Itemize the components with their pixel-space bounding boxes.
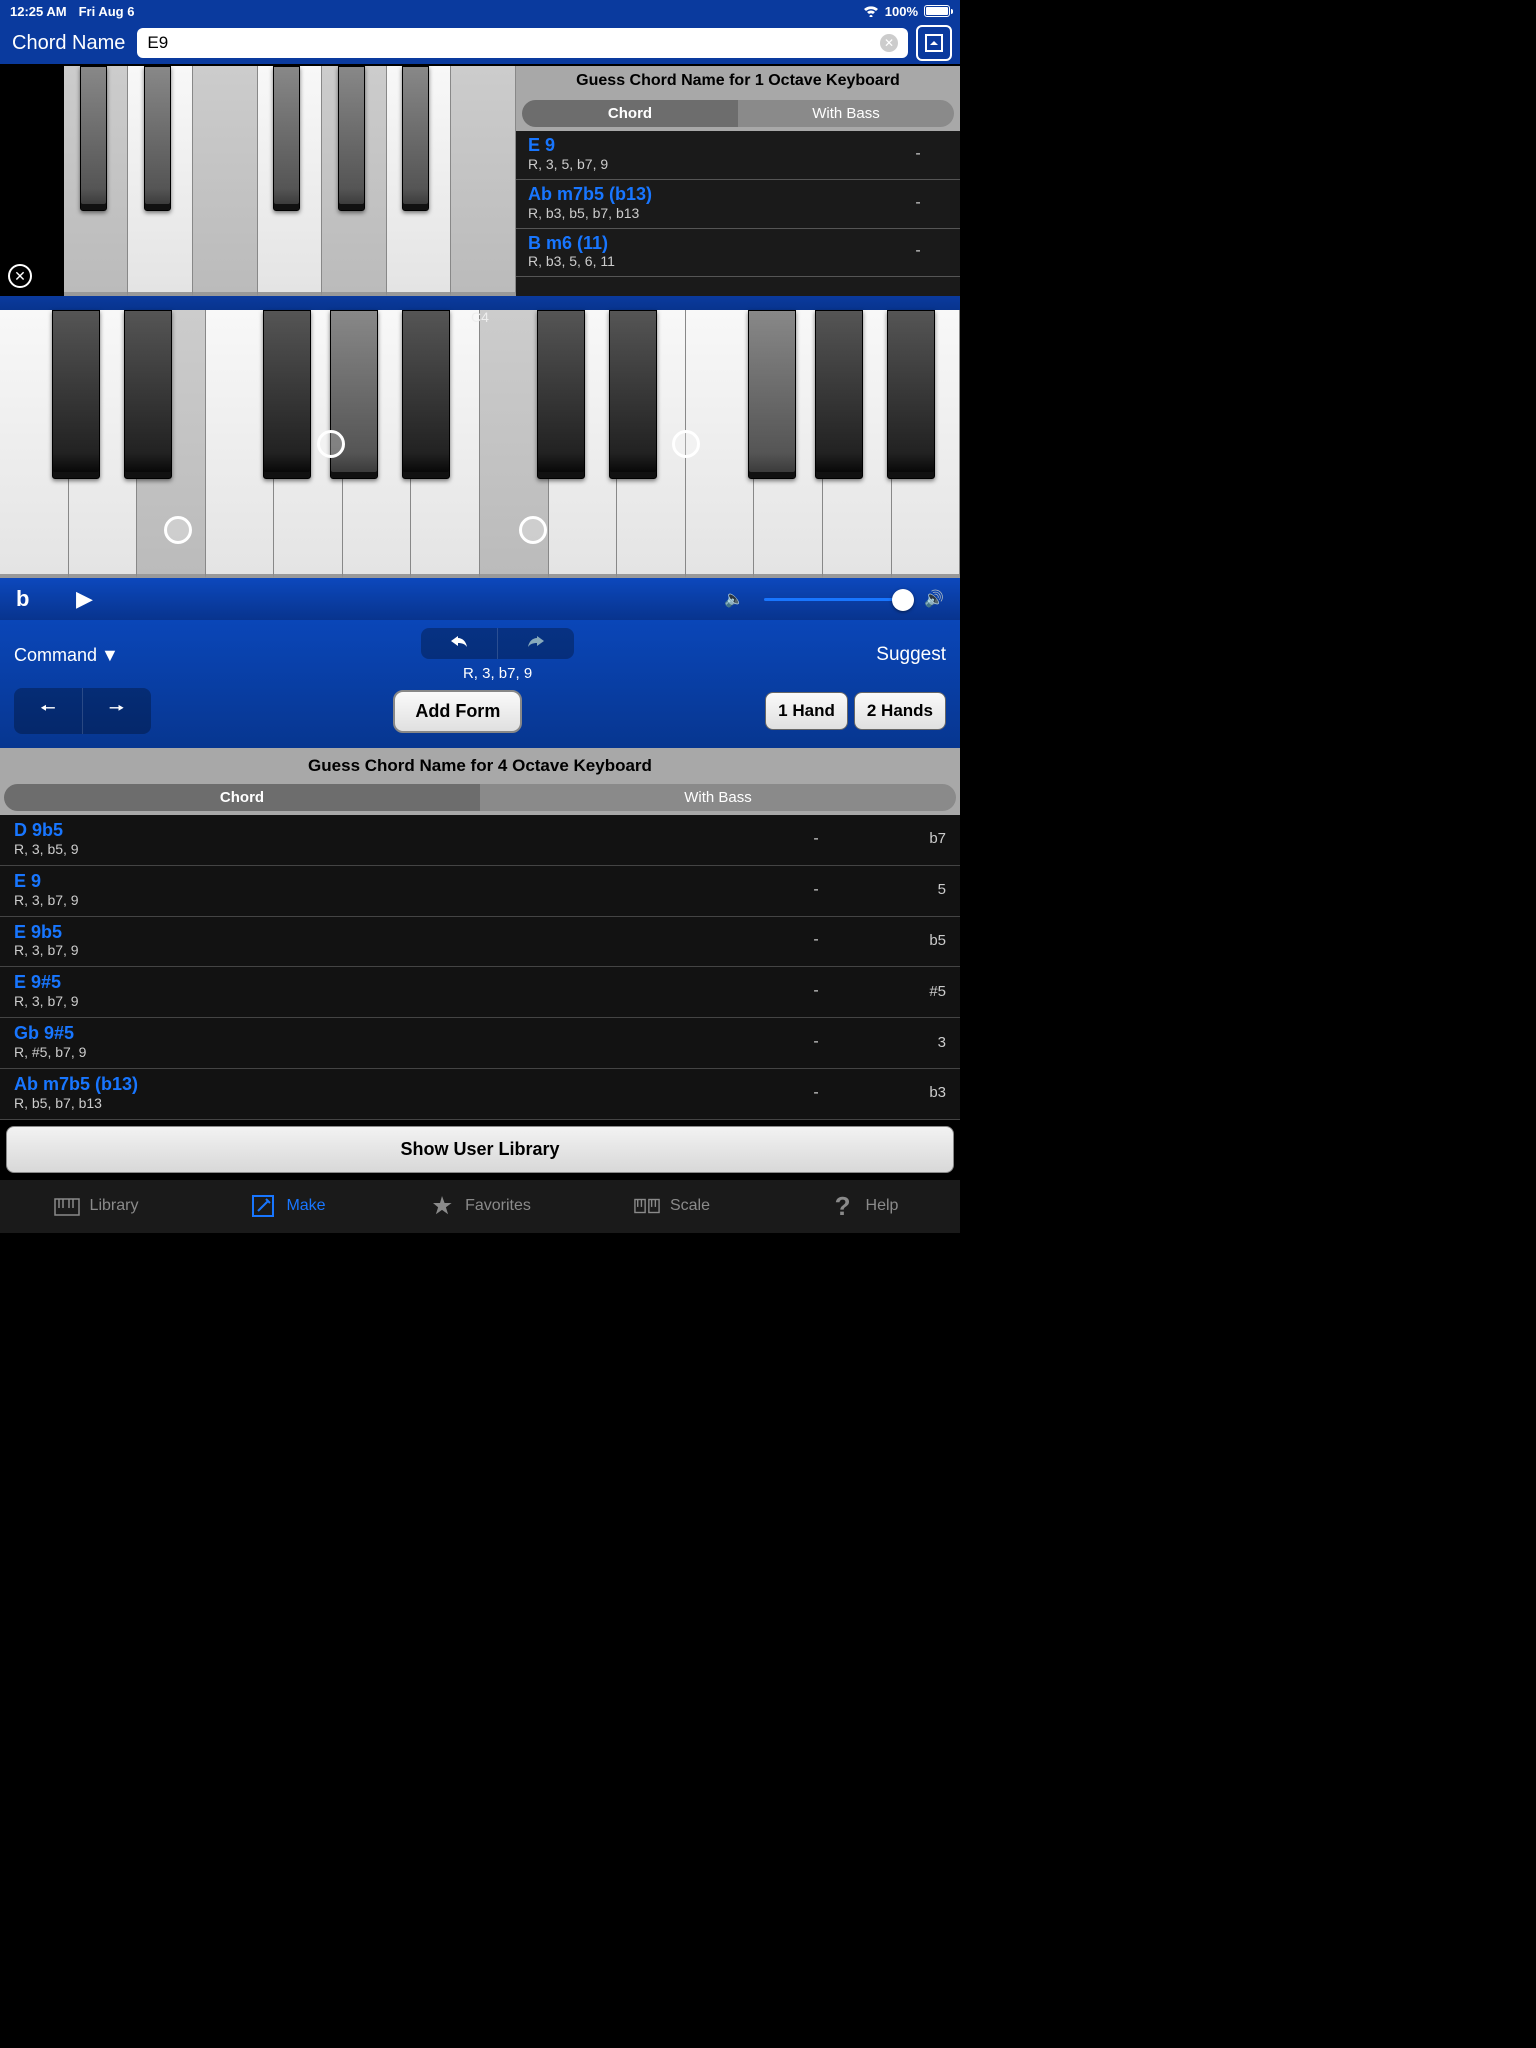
suggest-button[interactable]: Suggest: [876, 644, 946, 666]
guess-1oct-header: Guess Chord Name for 1 Octave Keyboard: [516, 66, 960, 96]
guess-1oct-list[interactable]: E 9R, 3, 5, b7, 9 - Ab m7b5 (b13)R, b3, …: [516, 131, 960, 296]
guess-4oct-list[interactable]: D 9b5R, 3, b5, 9-b7E 9R, 3, b7, 9-5E 9b5…: [0, 815, 960, 1120]
command-panel: Command ▼ R, 3, b7, 9 Suggest 🠔 🠖 Add Fo…: [0, 620, 960, 748]
two-hands-button[interactable]: 2 Hands: [854, 692, 946, 730]
seg-chord-1[interactable]: Chord: [522, 100, 738, 127]
guess-1oct-segment: Chord With Bass: [516, 96, 960, 131]
tab-help[interactable]: ? Help: [768, 1180, 960, 1233]
seg-bass-1[interactable]: With Bass: [738, 100, 954, 127]
accidental-label[interactable]: b: [16, 586, 56, 612]
make-icon: [250, 1193, 276, 1219]
help-icon: ?: [830, 1193, 856, 1219]
status-bar: 12:25 AM Fri Aug 6 100%: [0, 0, 960, 22]
top-nav: Chord Name ✕: [0, 22, 960, 64]
list-item[interactable]: E 9R, 3, b7, 9-5: [0, 866, 960, 917]
close-keyboard-icon[interactable]: ✕: [8, 264, 32, 288]
tab-bar: Library Make Favorites Scale ? Help: [0, 1179, 960, 1233]
battery-icon: [924, 5, 950, 17]
chevron-down-icon: ▼: [101, 645, 119, 666]
list-item[interactable]: E 9b5R, 3, b7, 9-b5: [0, 917, 960, 968]
collapse-up-button[interactable]: [916, 25, 952, 61]
play-button[interactable]: ▶: [76, 586, 93, 612]
tab-scale[interactable]: Scale: [576, 1180, 768, 1233]
volume-high-icon: 🔊: [924, 589, 944, 609]
star-icon: [429, 1193, 455, 1219]
tab-favorites[interactable]: Favorites: [384, 1180, 576, 1233]
volume-slider[interactable]: [764, 598, 904, 601]
next-button[interactable]: 🠖: [83, 688, 151, 734]
tab-library[interactable]: Library: [0, 1180, 192, 1233]
guess-4oct-segment: Chord With Bass: [0, 784, 960, 815]
list-item[interactable]: E 9#5R, 3, b7, 9-#5: [0, 967, 960, 1018]
chord-search-box[interactable]: ✕: [137, 28, 908, 58]
library-icon: [54, 1193, 80, 1219]
volume-low-icon: 🔈: [724, 589, 744, 609]
list-item[interactable]: E 9R, 3, 5, b7, 9 -: [516, 131, 960, 180]
command-dropdown[interactable]: Command ▼: [14, 645, 119, 666]
list-item[interactable]: D 9b5R, 3, b5, 9-b7: [0, 815, 960, 866]
current-intervals: R, 3, b7, 9: [463, 665, 532, 682]
add-form-button[interactable]: Add Form: [393, 690, 522, 733]
show-user-library-button[interactable]: Show User Library: [6, 1126, 954, 1173]
tab-make[interactable]: Make: [192, 1180, 384, 1233]
seg-chord-4[interactable]: Chord: [4, 784, 480, 811]
center-note-label: C4: [471, 309, 489, 325]
redo-button[interactable]: [498, 628, 574, 659]
one-hand-button[interactable]: 1 Hand: [765, 692, 848, 730]
playback-bar: b ▶ 🔈 🔊: [0, 578, 960, 620]
prev-button[interactable]: 🠔: [14, 688, 83, 734]
seg-bass-4[interactable]: With Bass: [480, 784, 956, 811]
page-title: Chord Name: [8, 32, 129, 55]
undo-button[interactable]: [421, 628, 498, 659]
status-date: Fri Aug 6: [79, 4, 135, 19]
status-time: 12:25 AM: [10, 4, 67, 19]
battery-pct: 100%: [885, 4, 918, 19]
one-octave-keyboard[interactable]: ✕: [0, 66, 516, 296]
clear-search-icon[interactable]: ✕: [880, 34, 898, 52]
wifi-icon: [863, 5, 879, 17]
four-octave-keyboard[interactable]: C4: [0, 310, 960, 578]
guess-4oct-panel: Guess Chord Name for 4 Octave Keyboard C…: [0, 748, 960, 1120]
chord-search-input[interactable]: [147, 33, 880, 53]
list-item[interactable]: Ab m7b5 (b13)R, b3, b5, b7, b13 -: [516, 180, 960, 229]
list-item[interactable]: Ab m7b5 (b13)R, b5, b7, b13-b3: [0, 1069, 960, 1120]
guess-4oct-header: Guess Chord Name for 4 Octave Keyboard: [0, 748, 960, 784]
list-item[interactable]: Gb 9#5R, #5, b7, 9-3: [0, 1018, 960, 1069]
list-item[interactable]: B m6 (11)R, b3, 5, 6, 11 -: [516, 229, 960, 278]
scale-icon: [634, 1193, 660, 1219]
